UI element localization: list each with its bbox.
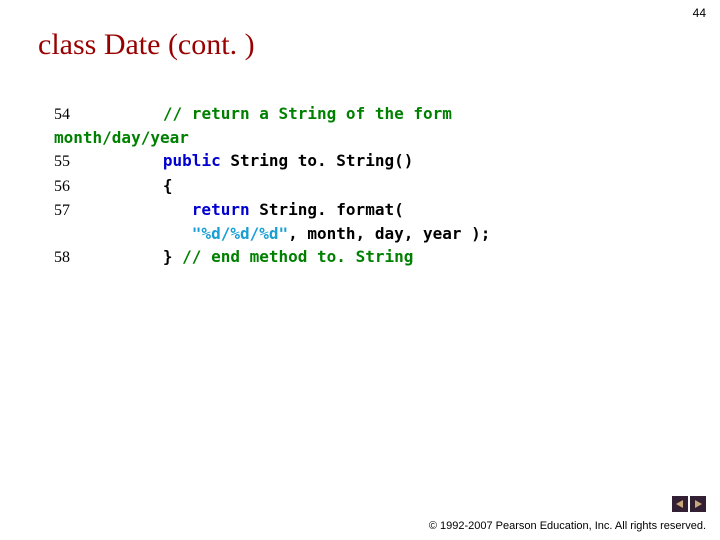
code-line-54: 54 // return a String of the form <box>54 102 680 126</box>
code-line-54-wrap: month/day/year <box>54 126 680 149</box>
code-line-57b: "%d/%d/%d", month, day, year ); <box>54 222 680 245</box>
code-line-57: 57 return String. format( <box>54 198 680 222</box>
code-text: String. format( <box>250 200 404 219</box>
code-line-58: 58 } // end method to. String <box>54 245 680 269</box>
code-text: , month, day, year ); <box>288 224 490 243</box>
line-number: 55 <box>54 150 134 173</box>
code-text: } <box>163 247 182 266</box>
line-number: 58 <box>54 246 134 269</box>
comment: // end method to. String <box>182 247 413 266</box>
keyword: return <box>192 200 250 219</box>
line-number: 56 <box>54 175 134 198</box>
page-title: class Date (cont. ) <box>38 28 255 62</box>
triangle-left-icon <box>675 499 685 509</box>
comment: month/day/year <box>54 126 189 149</box>
keyword: public <box>163 151 221 170</box>
next-slide-button[interactable] <box>690 496 706 512</box>
code-text: { <box>163 176 173 195</box>
line-number: 54 <box>54 103 134 126</box>
page-number: 44 <box>693 6 706 20</box>
line-number: 57 <box>54 199 134 222</box>
code-line-55: 55 public String to. String() <box>54 149 680 173</box>
code-line-56: 56 { <box>54 174 680 198</box>
slide-nav <box>672 496 706 512</box>
code-block: 54 // return a String of the form month/… <box>54 102 680 269</box>
prev-slide-button[interactable] <box>672 496 688 512</box>
triangle-right-icon <box>693 499 703 509</box>
copyright-text: © 1992-2007 Pearson Education, Inc. All … <box>429 520 706 532</box>
string-literal: "%d/%d/%d" <box>192 224 288 243</box>
comment: // return a String of the form <box>163 104 452 123</box>
code-text: String to. String() <box>221 151 414 170</box>
